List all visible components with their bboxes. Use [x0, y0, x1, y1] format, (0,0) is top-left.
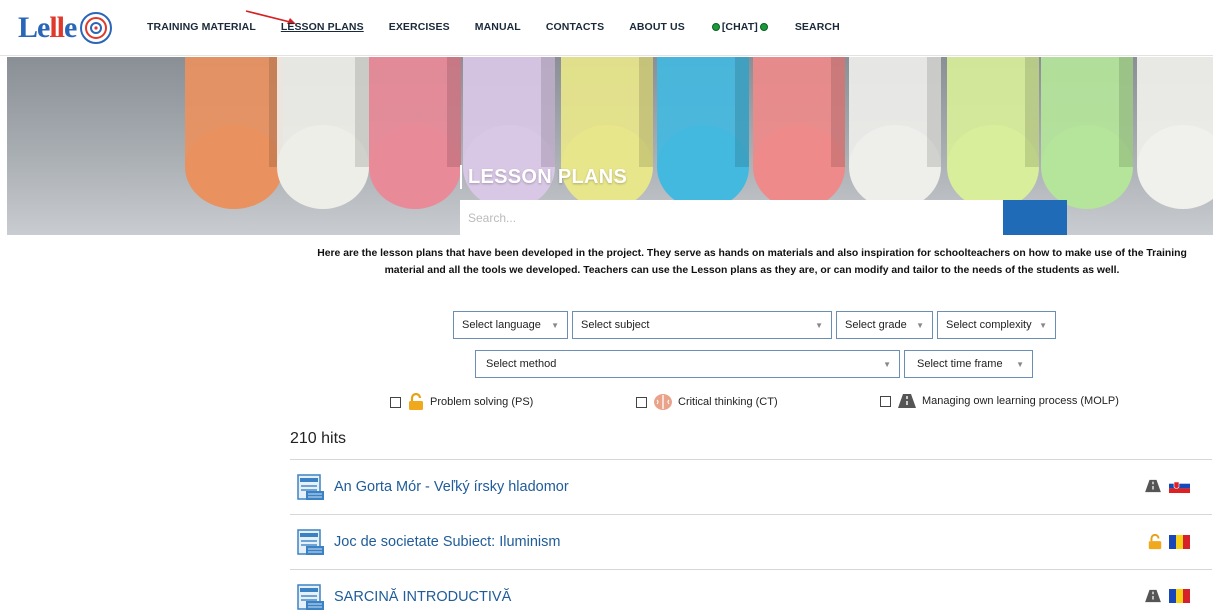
logo-wordmark: Lelle: [18, 11, 77, 44]
document-icon: [297, 474, 324, 500]
search-input[interactable]: [460, 200, 1003, 235]
checkbox-label: Managing own learning process (MOLP): [922, 395, 1119, 407]
main-nav: TRAINING MATERIAL LESSON PLANS EXERCISES…: [147, 21, 840, 33]
nav-label: SEARCH: [794, 21, 840, 33]
nav-label: [CHAT]: [721, 21, 758, 33]
checkbox[interactable]: [880, 395, 891, 407]
page-title-text: LESSON PLANS: [468, 165, 628, 188]
nav-training-material[interactable]: TRAINING MATERIAL: [147, 21, 256, 33]
search-icon: [460, 200, 472, 212]
nav-lesson-plans[interactable]: LESSON PLANS: [281, 21, 364, 33]
caret-down-icon: ▼: [883, 360, 891, 369]
chalk-shadow: [1025, 57, 1039, 167]
nav-chat[interactable]: [CHAT]: [710, 21, 770, 33]
road-icon: [1145, 479, 1161, 493]
chalk-shadow: [541, 57, 555, 167]
nav-search[interactable]: SEARCH: [795, 21, 840, 33]
nav-label: LESSON PLANS: [280, 21, 364, 33]
document-icon: [297, 584, 324, 610]
caret-down-icon: ▼: [1016, 360, 1024, 369]
result-item[interactable]: Joc de societate Subiect: Iluminism: [290, 514, 1212, 569]
result-meta: [1147, 534, 1190, 550]
checkbox-label: Critical thinking (CT): [678, 396, 778, 408]
road-icon: [1145, 589, 1161, 603]
chalk-shadow: [639, 57, 653, 167]
select-complexity[interactable]: Select complexity ▼: [937, 311, 1056, 339]
chalk-shadow: [831, 57, 845, 167]
select-label: Select method: [486, 358, 557, 370]
padlock-icon: [1148, 534, 1162, 550]
site-header: Lelle TRAINING MATERIAL LESSON PLANS EXE…: [0, 0, 1213, 56]
result-meta: [1143, 479, 1190, 493]
chalk-end: [185, 125, 283, 209]
nav-contacts[interactable]: CONTACTS: [546, 21, 604, 33]
brain-icon: [654, 394, 672, 410]
select-label: Select subject: [581, 319, 650, 331]
hits-count: 210 hits: [290, 430, 347, 447]
nav-label: ABOUT US: [629, 21, 685, 33]
site-logo[interactable]: Lelle: [18, 6, 128, 50]
romania-flag-icon: [1169, 535, 1190, 549]
nav-label: TRAINING MATERIAL: [147, 21, 256, 33]
green-dot-icon: [711, 23, 720, 31]
caret-down-icon: ▼: [551, 321, 559, 330]
result-item[interactable]: SARCINĂ INTRODUCTIVĂ: [290, 569, 1212, 610]
select-method[interactable]: Select method ▼: [475, 350, 900, 378]
page-title: LESSON PLANS: [460, 165, 627, 189]
skill-filters: Problem solving (PS) Critical thinking (…: [0, 393, 1213, 413]
checkbox[interactable]: [390, 396, 401, 408]
result-title[interactable]: SARCINĂ INTRODUCTIVĂ: [334, 589, 511, 605]
caret-down-icon: ▼: [1039, 321, 1047, 330]
checkbox-problem-solving[interactable]: Problem solving (PS): [390, 393, 533, 411]
nav-exercises[interactable]: EXERCISES: [389, 21, 450, 33]
search-button[interactable]: [460, 200, 1067, 235]
search-bar: [460, 200, 1067, 235]
result-item[interactable]: An Gorta Mór - Veľký írsky hladomor: [290, 459, 1212, 514]
result-meta: [1143, 589, 1190, 603]
chalk-shadow: [447, 57, 461, 167]
select-label: Select complexity: [946, 319, 1032, 331]
document-icon: [297, 529, 324, 555]
nav-about-us[interactable]: ABOUT US: [629, 21, 685, 33]
nav-manual[interactable]: MANUAL: [475, 21, 521, 33]
select-label: Select time frame: [917, 358, 1003, 370]
slovakia-flag-icon: [1169, 479, 1190, 493]
select-label: Select grade: [845, 319, 907, 331]
nav-label: EXERCISES: [388, 21, 450, 33]
select-language[interactable]: Select language ▼: [453, 311, 568, 339]
road-icon: [898, 394, 916, 408]
select-label: Select language: [462, 319, 541, 331]
chalk-shadow: [735, 57, 749, 167]
hero-banner: LESSON PLANS: [7, 57, 1213, 235]
select-subject[interactable]: Select subject ▼: [572, 311, 832, 339]
intro-text: Here are the lesson plans that have been…: [317, 248, 1187, 276]
padlock-icon: [409, 393, 423, 410]
checkbox[interactable]: [636, 396, 647, 408]
romania-flag-icon: [1169, 589, 1190, 603]
result-title[interactable]: An Gorta Mór - Veľký írsky hladomor: [334, 479, 569, 495]
nav-label: CONTACTS: [545, 21, 605, 33]
nav-label: MANUAL: [474, 21, 521, 33]
title-bar: [460, 165, 462, 189]
results-list: An Gorta Mór - Veľký írsky hladomor Joc …: [290, 459, 1212, 610]
checkbox-critical-thinking[interactable]: Critical thinking (CT): [636, 393, 778, 411]
caret-down-icon: ▼: [815, 321, 823, 330]
result-title[interactable]: Joc de societate Subiect: Iluminism: [334, 534, 560, 550]
chalk-shadow: [355, 57, 369, 167]
select-grade[interactable]: Select grade ▼: [836, 311, 933, 339]
logo-swirl-icon: [80, 12, 113, 44]
checkbox-molp[interactable]: Managing own learning process (MOLP): [880, 393, 1119, 409]
caret-down-icon: ▼: [916, 321, 924, 330]
chalk-shadow: [927, 57, 941, 167]
chalk-shadow: [1119, 57, 1133, 167]
select-time-frame[interactable]: Select time frame ▼: [904, 350, 1033, 378]
green-dot-icon: [759, 23, 768, 31]
checkbox-label: Problem solving (PS): [430, 396, 534, 408]
